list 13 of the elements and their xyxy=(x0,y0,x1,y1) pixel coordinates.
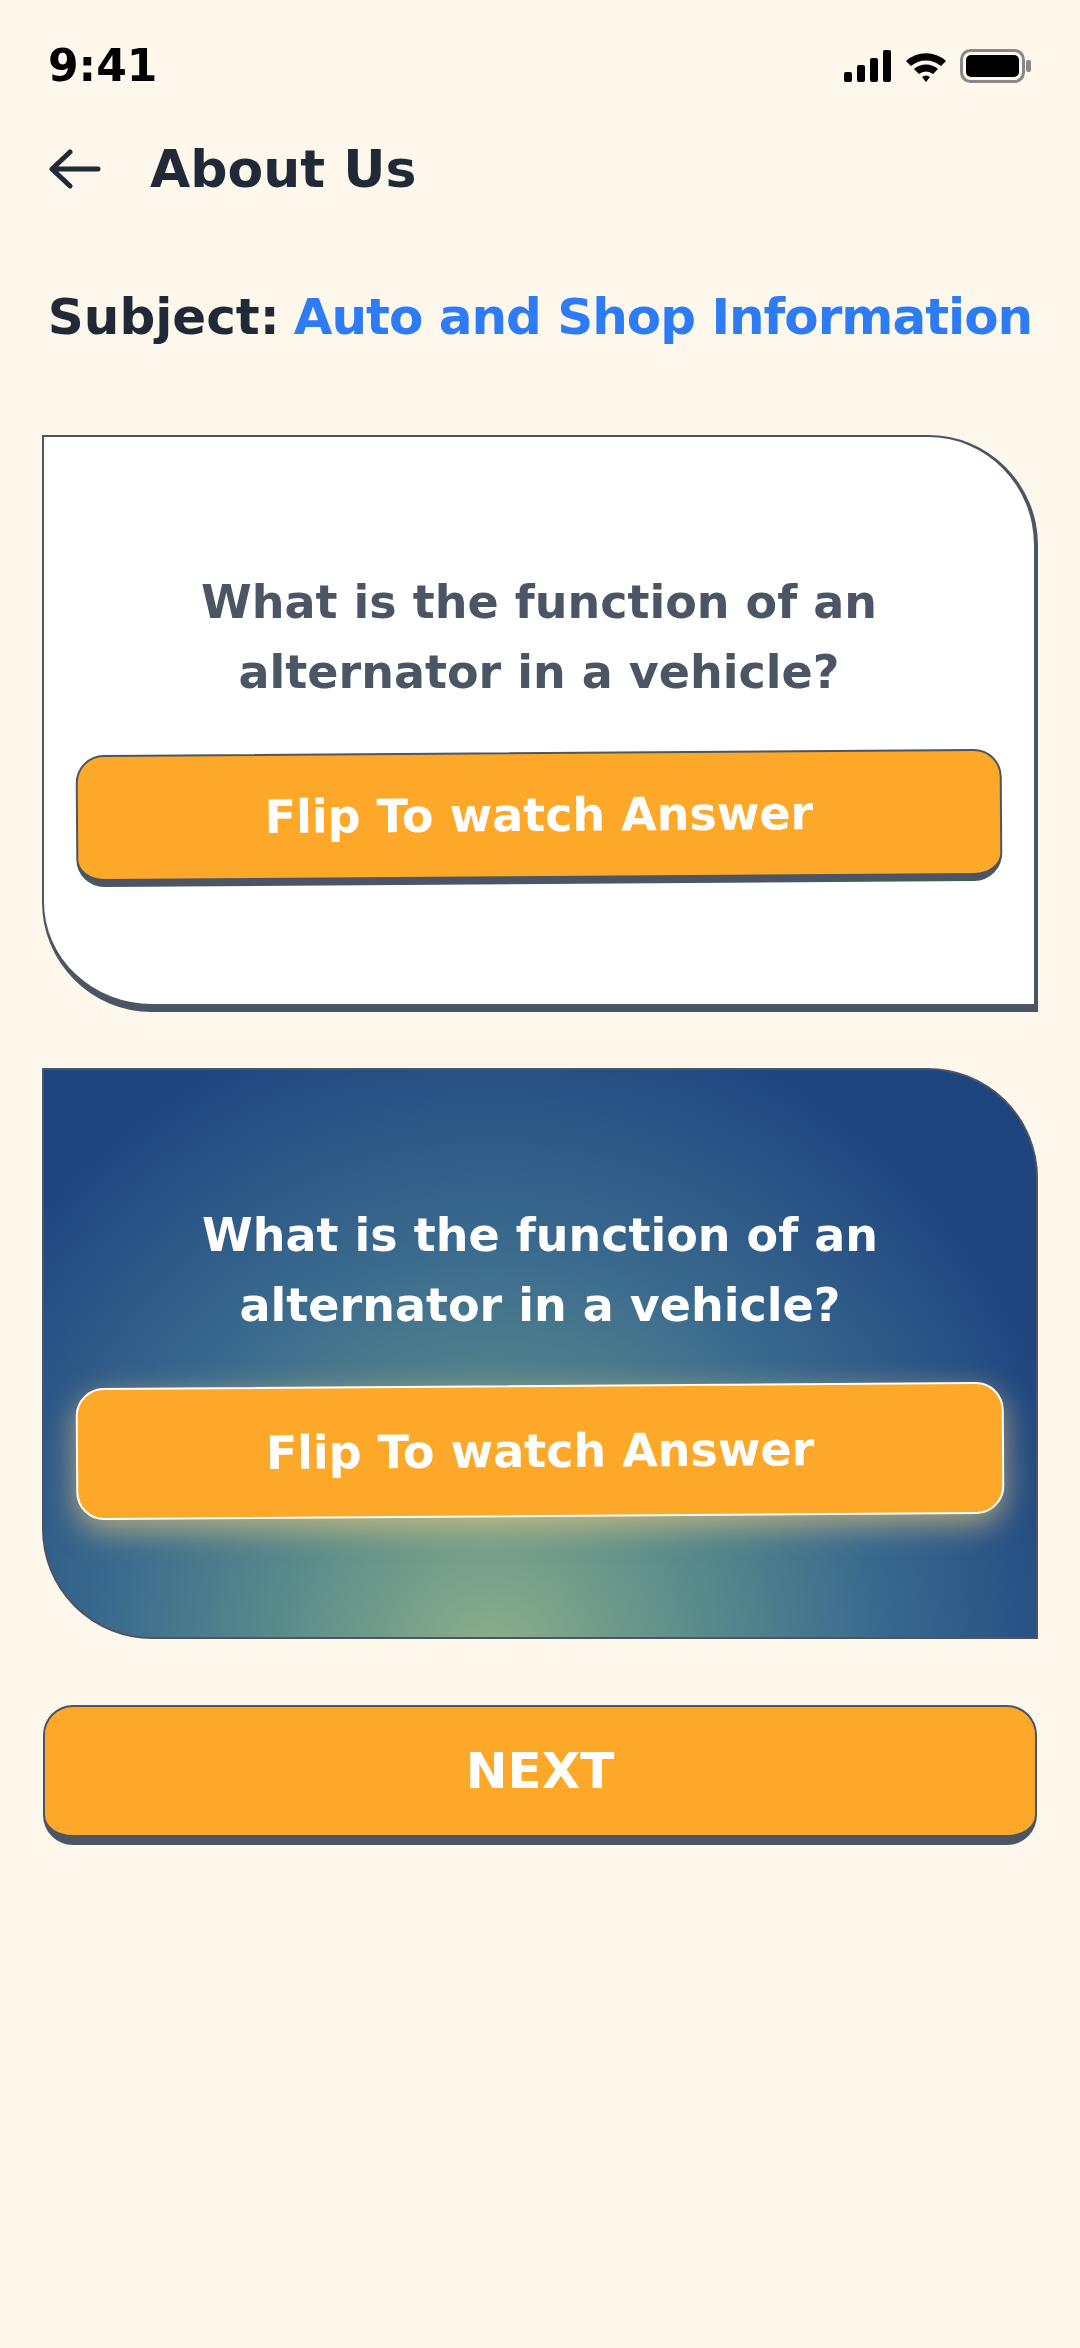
signal-icon xyxy=(844,50,892,82)
wifi-icon xyxy=(904,50,948,82)
question-text: What is the function of an alternator in a vehicle? xyxy=(200,574,878,701)
status-time: 9:41 xyxy=(48,39,158,93)
battery-icon xyxy=(960,49,1032,83)
subject-label: Subject: xyxy=(47,287,280,348)
flip-button[interactable]: Flip To watch Answer xyxy=(75,748,1003,888)
page-title: About Us xyxy=(150,138,417,201)
next-button[interactable]: NEXT xyxy=(43,1705,1037,1845)
back-arrow-icon[interactable] xyxy=(48,149,102,189)
question-text: What is the function of an alternator in a vehicle? xyxy=(201,1207,879,1334)
flip-button[interactable]: Flip To watch Answer xyxy=(75,1381,1005,1521)
subject-name: Auto and Shop Information xyxy=(293,287,1033,348)
